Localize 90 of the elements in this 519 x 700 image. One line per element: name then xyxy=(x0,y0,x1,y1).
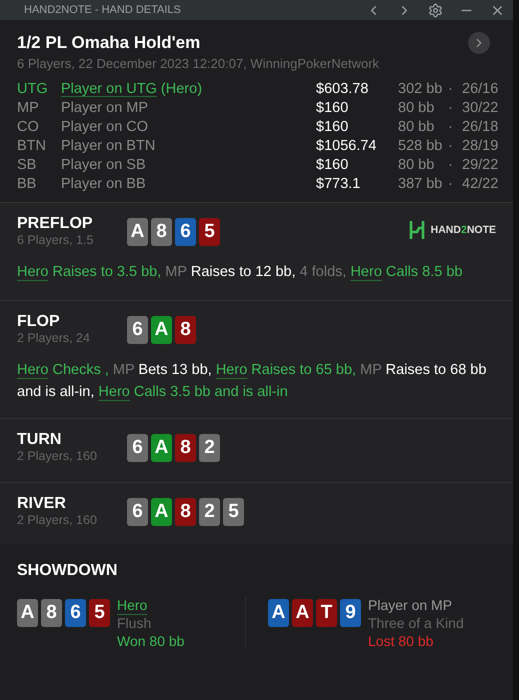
playing-card: 2 xyxy=(199,498,220,526)
playing-card: 8 xyxy=(175,434,196,462)
stack-amount: $160 xyxy=(316,157,350,173)
playing-card: 8 xyxy=(175,498,196,526)
street-info: 6 Players, 1.5 xyxy=(17,233,94,247)
player-link[interactable]: Player on UTG xyxy=(61,81,157,97)
position: UTG xyxy=(17,81,49,97)
hero-link[interactable]: Hero xyxy=(17,264,48,280)
window-title: HAND2NOTE - HAND DETAILS xyxy=(24,4,182,16)
player-stats: 28/19 xyxy=(462,138,496,154)
playing-card: 8 xyxy=(175,316,196,344)
separator: · xyxy=(448,100,454,116)
hand-title: 1/2 PL Omaha Hold'em xyxy=(17,33,200,53)
hero-link[interactable]: Hero xyxy=(350,264,382,280)
showdown-title: SHOWDOWN xyxy=(17,562,118,580)
position: BTN xyxy=(17,138,47,154)
playing-card: 8 xyxy=(151,218,172,246)
logo-icon xyxy=(408,219,425,241)
street-info: 2 Players, 24 xyxy=(17,331,91,345)
separator: · xyxy=(448,176,454,192)
position: MP xyxy=(17,100,40,116)
playing-card: A xyxy=(151,316,172,344)
position: SB xyxy=(17,157,38,173)
player-name: Player on BB xyxy=(61,176,147,192)
playing-card: 9 xyxy=(340,599,361,627)
player-stats: 26/16 xyxy=(462,81,496,97)
playing-card: 2 xyxy=(199,434,220,462)
hero-link[interactable]: Hero xyxy=(216,362,248,378)
playing-card: T xyxy=(316,599,337,627)
playing-card: 5 xyxy=(223,498,244,526)
stack-amount: $1056.74 xyxy=(316,138,378,154)
street-info: 2 Players, 160 xyxy=(17,513,98,527)
street-name: PREFLOP xyxy=(17,215,94,233)
player-name: Player on BTN xyxy=(61,138,156,154)
playing-card: 6 xyxy=(175,218,196,246)
hand-subtitle: 6 Players, 22 December 2023 12:20:07, WinningPokerNetwork xyxy=(17,56,380,71)
player-stats: 26/18 xyxy=(462,119,496,135)
stack-bb: 80 bb xyxy=(398,157,436,173)
player-stats: 42/22 xyxy=(462,176,496,192)
street-name: FLOP xyxy=(17,313,61,331)
stack-amount: $603.78 xyxy=(316,81,370,97)
playing-card: 6 xyxy=(127,434,148,462)
playing-card: 6 xyxy=(127,316,148,344)
separator: · xyxy=(448,81,454,97)
player-name: Player on MP xyxy=(61,100,150,116)
playing-card: 8 xyxy=(41,599,62,627)
position: CO xyxy=(17,119,40,135)
playing-card: A xyxy=(268,599,289,627)
player-link[interactable]: Hero xyxy=(117,596,148,614)
player-name: Player on CO xyxy=(61,119,150,135)
result-amount: Lost 80 bb xyxy=(368,632,434,650)
separator: · xyxy=(448,138,454,154)
stack-amount: $773.1 xyxy=(316,176,362,192)
playing-card: 5 xyxy=(89,599,110,627)
logo-text: HAND2NOTE xyxy=(430,224,496,236)
street-name: TURN xyxy=(17,431,62,449)
player-name: Player on MP xyxy=(368,596,454,614)
stack-bb: 80 bb xyxy=(398,100,436,116)
next-hand-button[interactable] xyxy=(468,32,490,54)
action-summary: Hero Checks , MP Bets 13 bb, Hero Raises to 65 bb, MP Raises to 68 bb and is all-in, Hero Calls 3.5 bb and is all-in xyxy=(17,361,488,402)
hand-rank: Flush xyxy=(117,614,152,632)
stack-bb: 80 bb xyxy=(398,119,436,135)
action-summary: Hero Raises to 3.5 bb, MP Raises to 12 bb, 4 folds, Hero Calls 8.5 bb xyxy=(17,263,464,282)
playing-card: A xyxy=(151,434,172,462)
playing-card: A xyxy=(127,218,148,246)
playing-card: 6 xyxy=(65,599,86,627)
player-stats: 30/22 xyxy=(462,100,496,116)
playing-card: 6 xyxy=(127,498,148,526)
playing-card: A xyxy=(17,599,38,627)
player-name: Player on SB xyxy=(61,157,147,173)
playing-card: A xyxy=(151,498,172,526)
separator: · xyxy=(448,157,454,173)
stack-bb: 387 bb xyxy=(398,176,444,192)
player-name: Player on UTG (Hero) xyxy=(61,81,204,97)
playing-card: A xyxy=(292,599,313,627)
street-name: RIVER xyxy=(17,495,67,513)
stack-bb: 302 bb xyxy=(398,81,444,97)
hero-link[interactable]: Hero xyxy=(17,362,48,378)
stack-amount: $160 xyxy=(316,119,350,135)
player-stats: 29/22 xyxy=(462,157,496,173)
result-amount: Won 80 bb xyxy=(117,632,184,650)
stack-amount: $160 xyxy=(316,100,350,116)
hand-rank: Three of a Kind xyxy=(368,614,464,632)
settings-icon[interactable] xyxy=(428,2,443,18)
playing-card: 5 xyxy=(199,218,220,246)
stack-bb: 528 bb xyxy=(398,138,444,154)
hero-link[interactable]: Hero xyxy=(98,384,130,400)
position: BB xyxy=(17,176,38,192)
street-info: 2 Players, 160 xyxy=(17,449,98,463)
separator: · xyxy=(448,119,454,135)
